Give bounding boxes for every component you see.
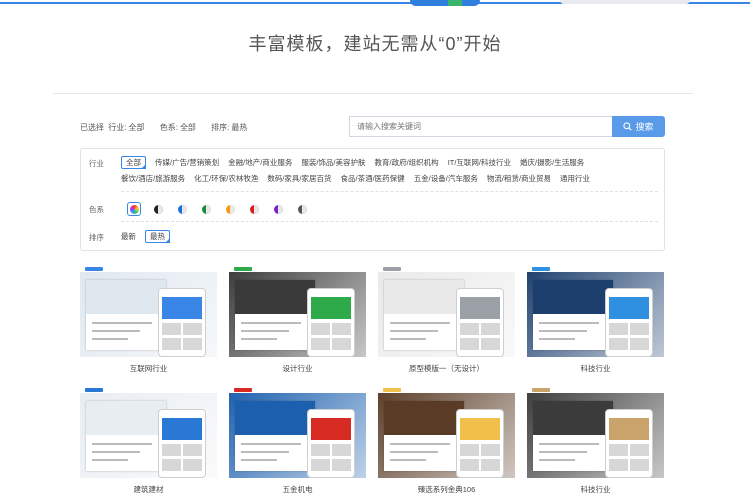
industry-option[interactable]: IT/互联网/科技行业	[448, 155, 511, 171]
search-icon	[623, 122, 633, 131]
industry-option[interactable]: 五金/设备/汽车服务	[414, 171, 478, 187]
color-filter-label: 色系	[89, 205, 104, 214]
template-caption: 互联网行业	[129, 364, 168, 373]
template-thumbnail[interactable]	[527, 387, 664, 478]
color-dot-icon	[201, 204, 211, 214]
industry-option[interactable]: 金融/地产/商业服务	[228, 155, 292, 171]
search-button[interactable]: 搜索	[612, 116, 665, 137]
search-bar: 搜索	[349, 116, 665, 137]
industry-option[interactable]: 传媒/广告/营销策划	[155, 155, 219, 171]
color-dot-icon	[273, 204, 283, 214]
industry-option[interactable]: 物流/租赁/商业贸易	[487, 171, 551, 187]
template-caption: 建筑建材	[133, 485, 164, 494]
color-dot-icon	[249, 204, 259, 214]
sort-option[interactable]: 最新	[121, 229, 136, 245]
industry-option[interactable]: 数码/家具/家居百货	[267, 171, 331, 187]
black-color-swatch[interactable]	[151, 202, 165, 216]
template-thumbnail[interactable]	[229, 266, 366, 357]
red-color-swatch[interactable]	[247, 202, 261, 216]
all-color-swatch[interactable]	[127, 202, 141, 216]
industry-option[interactable]: 服装/饰品/美容护肤	[301, 155, 365, 171]
summary-color-value: 全部	[179, 123, 196, 132]
industry-option[interactable]: 全部	[121, 156, 146, 169]
purple-color-swatch[interactable]	[271, 202, 285, 216]
template-caption: 科技行业	[580, 364, 611, 373]
page-title: 丰富模板，建站无需从“0”开始	[248, 34, 502, 54]
search-input[interactable]	[349, 116, 613, 137]
industry-option[interactable]: 食品/茶酒/医药保健	[341, 171, 405, 187]
color-dot-icon	[129, 204, 139, 214]
orange-color-swatch[interactable]	[223, 202, 237, 216]
template-thumbnail[interactable]	[378, 266, 515, 357]
template-caption: 臻选系列金典106	[417, 485, 476, 494]
industry-option[interactable]: 教育/政府/组织机构	[375, 155, 439, 171]
color-dot-icon	[297, 204, 307, 214]
template-caption: 科技行业	[580, 485, 611, 494]
divider	[53, 93, 693, 94]
template-card[interactable]: 五金机电	[229, 387, 366, 495]
template-thumbnail[interactable]	[80, 387, 217, 478]
summary-industry-label: 行业:	[108, 123, 127, 132]
green-color-swatch[interactable]	[199, 202, 213, 216]
template-thumbnail[interactable]	[527, 266, 664, 357]
color-dot-icon	[153, 204, 163, 214]
industry-option[interactable]: 化工/环保/农林牧渔	[194, 171, 258, 187]
sort-option[interactable]: 最热	[145, 230, 170, 243]
template-card[interactable]: 科技行业	[527, 266, 664, 374]
filter-panel: 行业 全部 传媒/广告/营销策划 金融/地产/商业服务 服装/饰品/美容护肤 教育/政府…	[80, 148, 665, 251]
sort-filter-label: 排序	[89, 233, 104, 242]
template-card[interactable]: 设计行业	[229, 266, 366, 374]
template-card[interactable]: 臻选系列金典106	[378, 387, 515, 495]
template-caption: 原型模版一（无设计）	[409, 364, 484, 373]
template-card[interactable]: 科技行业	[527, 387, 664, 495]
color-swatches	[127, 202, 309, 216]
industry-options: 全部 传媒/广告/营销策划 金融/地产/商业服务 服装/饰品/美容护肤 教育/政府/组织…	[121, 155, 631, 187]
top-banner-strip	[0, 0, 750, 6]
template-caption: 五金机电	[282, 485, 313, 494]
selection-summary: 已选择 行业: 全部 色系: 全部 排序: 最热	[80, 122, 249, 133]
gray-color-swatch[interactable]	[295, 202, 309, 216]
template-card[interactable]: 互联网行业	[80, 266, 217, 374]
summary-industry-value: 全部	[128, 123, 145, 132]
template-thumbnail[interactable]	[80, 266, 217, 357]
summary-prefix: 已选择	[80, 123, 104, 132]
industry-option[interactable]: 通用行业	[560, 171, 590, 187]
blue-color-swatch[interactable]	[175, 202, 189, 216]
sort-options: 最新 最热	[121, 229, 631, 245]
template-thumbnail[interactable]	[229, 387, 366, 478]
template-thumbnail[interactable]	[378, 387, 515, 478]
summary-sort-value: 最热	[231, 123, 248, 132]
template-card[interactable]: 建筑建材	[80, 387, 217, 495]
summary-sort-label: 排序:	[211, 123, 230, 132]
template-card[interactable]: 原型模版一（无设计）	[378, 266, 515, 374]
color-dot-icon	[177, 204, 187, 214]
summary-color-label: 色系:	[159, 123, 178, 132]
color-dot-icon	[225, 204, 235, 214]
template-caption: 设计行业	[282, 364, 313, 373]
search-button-label: 搜索	[635, 122, 654, 132]
industry-option[interactable]: 餐饮/酒店/旅游服务	[121, 171, 185, 187]
industry-filter-label: 行业	[89, 159, 104, 168]
industry-option[interactable]: 婚庆/摄影/生活服务	[520, 155, 584, 171]
